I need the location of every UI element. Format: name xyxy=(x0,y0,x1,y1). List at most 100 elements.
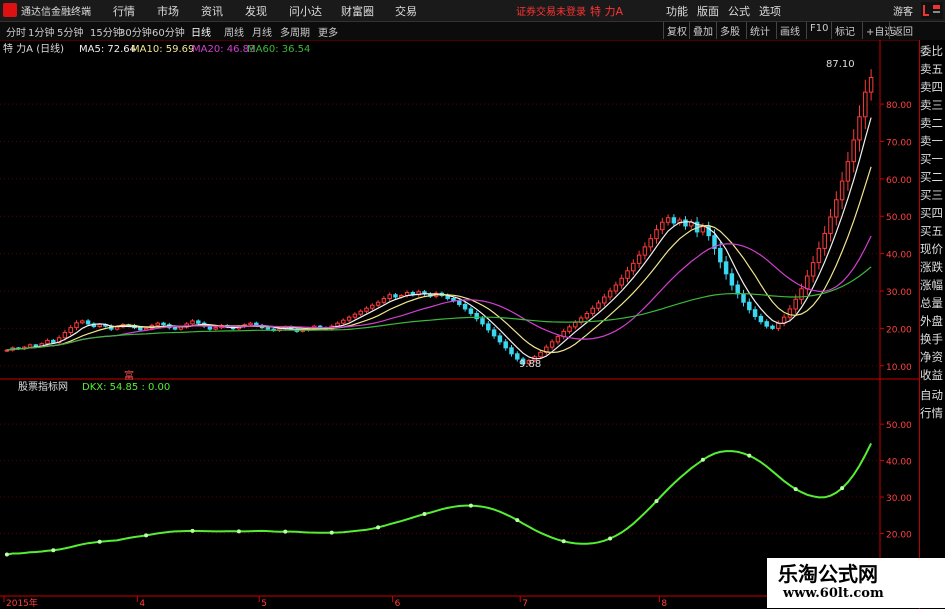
tool-button[interactable]: 画线 xyxy=(776,22,803,39)
dkx-point xyxy=(561,539,566,544)
candle xyxy=(816,247,822,264)
tool-button[interactable]: 返回 xyxy=(889,22,916,39)
candle xyxy=(590,307,595,314)
tool-button[interactable]: 多股 xyxy=(716,22,743,39)
menu-trade[interactable]: 交易 xyxy=(395,3,417,19)
sidebar-item[interactable]: 委比 xyxy=(920,42,945,60)
menu-formula[interactable]: 公式 xyxy=(728,3,750,19)
candle xyxy=(828,216,833,234)
menu-quotes[interactable]: 行情 xyxy=(113,3,135,19)
candle xyxy=(735,284,740,295)
sidebar-item[interactable]: 行情 xyxy=(920,404,945,422)
menu-ask[interactable]: 问小达 xyxy=(289,3,322,19)
candle xyxy=(358,310,363,315)
sidebar-item[interactable]: 买五 xyxy=(920,222,945,240)
sidebar-item[interactable]: 卖二 xyxy=(920,114,945,132)
candle xyxy=(393,294,398,298)
candle xyxy=(752,309,758,317)
low-annotation: 9.88 xyxy=(519,359,541,370)
sidebar-item[interactable]: 现价 xyxy=(920,240,945,258)
sidebar-item[interactable]: 卖三 xyxy=(920,96,945,114)
candle xyxy=(845,161,851,182)
watermark-title: 乐淘公式网 xyxy=(778,562,878,586)
sidebar-item[interactable]: 自动 xyxy=(920,386,945,404)
period-tab[interactable]: 月线 xyxy=(252,24,272,39)
ma-label: MA20: 46.83 xyxy=(192,44,255,55)
candle xyxy=(747,301,752,311)
period-tab[interactable]: 分时 xyxy=(6,24,26,39)
sidebar-item[interactable]: 买三 xyxy=(920,186,945,204)
candle xyxy=(857,116,862,141)
guest-label[interactable]: 游客 xyxy=(893,3,913,18)
candle xyxy=(190,320,195,325)
sidebar-item[interactable]: 买四 xyxy=(920,204,945,222)
tool-button[interactable]: 叠加 xyxy=(689,22,716,39)
x-tick-label: 7 xyxy=(522,599,528,609)
candle xyxy=(45,339,50,345)
sidebar-item[interactable]: 买二 xyxy=(920,168,945,186)
dkx-tick-label: 30.00 xyxy=(886,494,912,504)
candle xyxy=(770,325,775,329)
menu-discover[interactable]: 发现 xyxy=(245,3,267,19)
period-tab[interactable]: 30分钟 xyxy=(119,24,152,39)
candle xyxy=(213,327,218,330)
candle xyxy=(486,323,491,331)
dkx-point xyxy=(468,503,473,508)
candle xyxy=(822,232,827,249)
sidebar-item[interactable]: 卖五 xyxy=(920,60,945,78)
tool-button[interactable]: 统计 xyxy=(746,22,773,39)
candle xyxy=(97,324,102,328)
candle xyxy=(503,341,508,349)
dkx-point xyxy=(700,457,705,462)
menu-function[interactable]: 功能 xyxy=(666,3,688,19)
candle xyxy=(613,284,619,292)
menu-layout[interactable]: 版面 xyxy=(697,3,719,19)
candle xyxy=(381,297,387,303)
candle xyxy=(196,320,201,324)
tool-button[interactable]: F10 xyxy=(806,22,831,39)
y-tick-label: 70.00 xyxy=(886,138,912,148)
sidebar-item[interactable]: 外盘 xyxy=(920,312,945,330)
ma10-line xyxy=(6,166,872,354)
login-status[interactable]: 证券交易未登录 xyxy=(516,3,586,18)
tool-button[interactable]: 标记 xyxy=(831,22,858,39)
menu-news[interactable]: 资讯 xyxy=(201,3,223,19)
sidebar-item[interactable]: 净资 xyxy=(920,348,945,366)
candle xyxy=(161,322,166,326)
sidebar-item[interactable]: 涨跌 xyxy=(920,258,945,276)
sidebar-item[interactable]: 收益 xyxy=(920,366,945,384)
period-tab[interactable]: 多周期 xyxy=(280,24,310,39)
period-tab[interactable]: 1分钟 xyxy=(28,24,54,39)
sidebar-item[interactable]: 卖四 xyxy=(920,78,945,96)
candle xyxy=(567,326,572,332)
candle xyxy=(700,226,706,233)
sidebar-item[interactable]: 卖一 xyxy=(920,132,945,150)
x-tick-label: 2015年 xyxy=(6,597,38,609)
period-tab[interactable]: 更多 xyxy=(318,24,338,39)
y-tick-label: 30.00 xyxy=(886,288,912,298)
candle xyxy=(723,261,729,275)
menu-market[interactable]: 市场 xyxy=(157,3,179,19)
tool-button[interactable]: 复权 xyxy=(663,22,690,39)
y-tick-label: 10.00 xyxy=(886,363,912,373)
period-tab[interactable]: 日线 xyxy=(191,24,211,39)
dkx-point xyxy=(840,486,845,491)
period-tab[interactable]: 60分钟 xyxy=(152,24,185,39)
candle xyxy=(62,332,68,339)
sidebar-item[interactable]: 涨幅 xyxy=(920,276,945,294)
period-tab[interactable]: 周线 xyxy=(224,24,244,39)
stock-chart[interactable]: 10.00 20.00 30.00 40.00 50.00 60.00 70.00 80.00… xyxy=(0,40,919,609)
candle xyxy=(764,321,769,327)
dkx-point xyxy=(747,453,752,458)
sidebar-item[interactable]: 换手 xyxy=(920,330,945,348)
candle xyxy=(799,288,804,300)
period-tab[interactable]: 5分钟 xyxy=(57,24,83,39)
menu-options[interactable]: 选项 xyxy=(759,3,781,19)
candle xyxy=(85,320,91,325)
menu-wealth[interactable]: 财富圈 xyxy=(341,3,374,19)
sidebar-item[interactable]: 总量 xyxy=(920,294,945,312)
period-tab[interactable]: 15分钟 xyxy=(90,24,123,39)
sidebar-item[interactable]: 买一 xyxy=(920,150,945,168)
candle xyxy=(491,329,497,337)
candle xyxy=(636,254,642,264)
